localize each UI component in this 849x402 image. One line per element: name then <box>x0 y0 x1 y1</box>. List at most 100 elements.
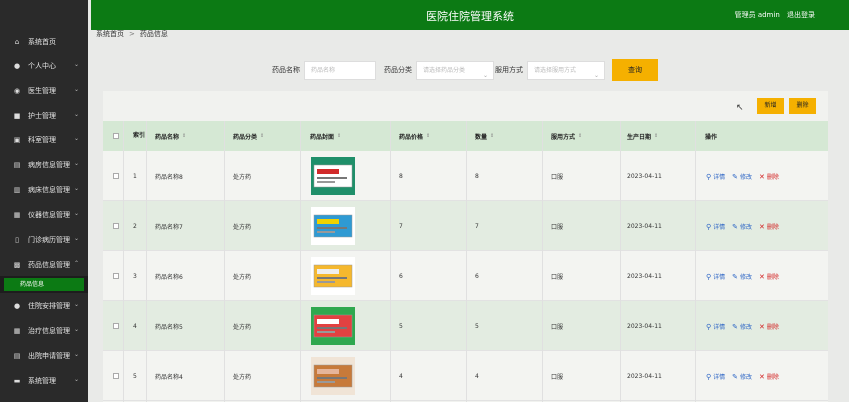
search-category-group: 药品分类 请选择药品分类 ⌄ <box>384 60 494 80</box>
search-method-group: 服用方式 请选择服用方式 ⌄ <box>495 60 605 80</box>
column-divider <box>224 121 225 402</box>
cell-name: 药品名称6 <box>155 273 183 281</box>
sidebar-item-10[interactable]: ● 住院安排管理 ⌄ <box>0 296 88 316</box>
col-price[interactable]: 药品价格 ⇕ <box>399 121 430 151</box>
file-icon: ▯ <box>15 236 19 244</box>
pill-icon: ▩ <box>13 261 21 269</box>
col-cover[interactable]: 药品封面 ⇕ <box>310 121 341 151</box>
col-method[interactable]: 服用方式 ⇕ <box>551 121 582 151</box>
sidebar-item-0[interactable]: ⌂ 系统首页 <box>0 32 88 52</box>
delete-button[interactable]: ✕ 删除 <box>759 372 779 381</box>
sidebar-item-8[interactable]: ▯ 门诊病历管理 ⌄ <box>0 230 88 250</box>
close-icon: ✕ <box>759 372 765 381</box>
row-checkbox[interactable] <box>113 323 119 329</box>
chevron-icon: ⌄ <box>73 135 79 142</box>
sort-icon: ⇕ <box>654 133 659 139</box>
cell-category: 处方药 <box>233 273 252 281</box>
cell-qty: 8 <box>475 172 479 180</box>
drug-cover-image <box>311 207 355 245</box>
cell-method: 口服 <box>551 223 564 231</box>
pencil-icon: ✎ <box>732 172 739 181</box>
cell-name: 药品名称8 <box>155 173 183 181</box>
close-icon: ✕ <box>759 172 765 181</box>
view-button[interactable]: ⚲ 详情 <box>706 372 725 381</box>
delete-button[interactable]: ✕ 删除 <box>759 322 779 331</box>
column-divider <box>620 121 621 402</box>
search-icon: ⚲ <box>706 272 712 281</box>
breadcrumb-separator: > <box>129 30 135 38</box>
breadcrumb-home[interactable]: 系统首页 <box>96 30 124 38</box>
sidebar-item-12[interactable]: ▤ 出院申请管理 ⌄ <box>0 346 88 366</box>
col-category[interactable]: 药品分类 ⇕ <box>233 121 264 151</box>
sidebar: ⌂ 系统首页 ● 个人中心 ⌄ ◉ 医生管理 ⌄ ■ 护士管理 ⌄ ▣ 科室管理 ⌄ ▤ 病房信息管理 ⌄ ▥ 病床… <box>0 0 88 402</box>
batch-delete-button[interactable]: 删除 <box>789 98 816 114</box>
search-method-select[interactable]: 请选择服用方式 ⌄ <box>527 60 605 80</box>
search-category-select[interactable]: 请选择药品分类 ⌄ <box>416 60 494 80</box>
col-name[interactable]: 药品名称 ⇕ <box>155 121 186 151</box>
location-icon: ◉ <box>13 87 21 95</box>
close-icon: ✕ <box>759 222 765 231</box>
sidebar-item-2[interactable]: ◉ 医生管理 ⌄ <box>0 81 88 101</box>
sort-icon: ⇕ <box>182 133 187 139</box>
search-name-input[interactable]: 药品名称 <box>304 60 376 80</box>
delete-button[interactable]: ✕ 删除 <box>759 272 779 281</box>
logout-link[interactable]: 退出登录 <box>787 11 815 19</box>
chevron-icon: ⌄ <box>73 61 79 68</box>
delete-button[interactable]: ✕ 删除 <box>759 222 779 231</box>
search-icon: ⚲ <box>706 372 712 381</box>
column-divider <box>123 121 124 402</box>
sidebar-item-label: 医生管理 <box>28 87 56 95</box>
sidebar-item-4[interactable]: ▣ 科室管理 ⌄ <box>0 130 88 150</box>
drug-cover-image <box>311 357 355 395</box>
col-qty[interactable]: 数量 ⇕ <box>475 121 494 151</box>
row-checkbox[interactable] <box>113 223 119 229</box>
close-icon: ✕ <box>759 322 765 331</box>
search-name-label: 药品名称 <box>272 66 300 74</box>
device-icon: ▦ <box>13 211 21 219</box>
cell-method: 口服 <box>551 273 564 281</box>
sidebar-item-label: 治疗信息管理 <box>28 327 70 335</box>
chevron-icon: ⌄ <box>73 185 79 192</box>
cell-date: 2023-04-11 <box>627 272 662 280</box>
search-category-label: 药品分类 <box>384 66 412 74</box>
sidebar-item-label: 科室管理 <box>28 136 56 144</box>
delete-button[interactable]: ✕ 删除 <box>759 172 779 181</box>
cell-date: 2023-04-11 <box>627 322 662 330</box>
cell-index: 5 <box>133 372 137 380</box>
edit-button[interactable]: ✎ 修改 <box>732 222 752 231</box>
cell-price: 8 <box>399 172 403 180</box>
edit-button[interactable]: ✎ 修改 <box>732 172 752 181</box>
view-button[interactable]: ⚲ 详情 <box>706 222 725 231</box>
view-button[interactable]: ⚲ 详情 <box>706 322 725 331</box>
edit-button[interactable]: ✎ 修改 <box>732 322 752 331</box>
add-button[interactable]: 新增 <box>757 98 784 114</box>
query-button[interactable]: 查询 <box>612 59 658 81</box>
cell-index: 3 <box>133 272 137 280</box>
chevron-icon: ⌄ <box>73 210 79 217</box>
sidebar-item-label: 病床信息管理 <box>28 186 70 194</box>
row-checkbox[interactable] <box>113 373 119 379</box>
cell-index: 4 <box>133 322 137 330</box>
sidebar-item-1[interactable]: ● 个人中心 ⌄ <box>0 56 88 76</box>
col-date[interactable]: 生产日期 ⇕ <box>627 121 658 151</box>
sidebar-item-7[interactable]: ▦ 仪器信息管理 ⌄ <box>0 205 88 225</box>
sidebar-item-6[interactable]: ▥ 病床信息管理 ⌄ <box>0 180 88 200</box>
sidebar-sub-item-drug-info[interactable]: 药品信息 <box>4 278 84 291</box>
row-checkbox[interactable] <box>113 273 119 279</box>
sidebar-item-3[interactable]: ■ 护士管理 ⌄ <box>0 106 88 126</box>
sidebar-item-13[interactable]: ▬ 系统管理 ⌄ <box>0 371 88 391</box>
sidebar-item-11[interactable]: ▦ 治疗信息管理 ⌄ <box>0 321 88 341</box>
sort-icon: ⇕ <box>578 133 583 139</box>
column-divider <box>466 121 467 402</box>
view-button[interactable]: ⚲ 详情 <box>706 172 725 181</box>
edit-button[interactable]: ✎ 修改 <box>732 372 752 381</box>
drug-box-icon <box>311 207 355 245</box>
edit-button[interactable]: ✎ 修改 <box>732 272 752 281</box>
sidebar-item-9[interactable]: ▩ 药品信息管理 ⌃ <box>0 255 88 275</box>
row-checkbox[interactable] <box>113 173 119 179</box>
view-button[interactable]: ⚲ 详情 <box>706 272 725 281</box>
sidebar-item-label: 仪器信息管理 <box>28 211 70 219</box>
sidebar-item-5[interactable]: ▤ 病房信息管理 ⌄ <box>0 155 88 175</box>
select-all-checkbox[interactable] <box>113 133 119 139</box>
cell-date: 2023-04-11 <box>627 372 662 380</box>
